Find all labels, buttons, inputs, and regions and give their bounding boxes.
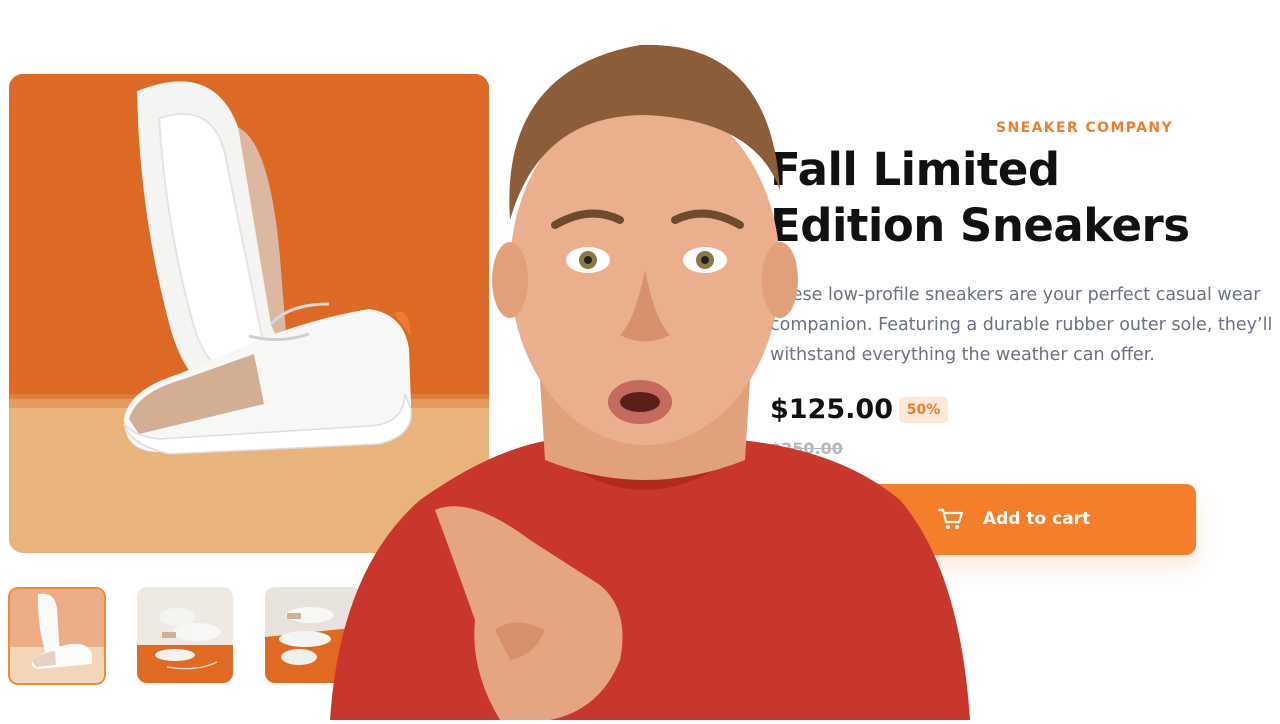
thumbnail-1[interactable] (8, 587, 106, 685)
company-name: SNEAKER COMPANY (996, 120, 1174, 136)
presenter-person-image (300, 30, 990, 720)
thumbnail-2[interactable] (137, 587, 233, 683)
add-to-cart-label: Add to cart (983, 509, 1091, 529)
